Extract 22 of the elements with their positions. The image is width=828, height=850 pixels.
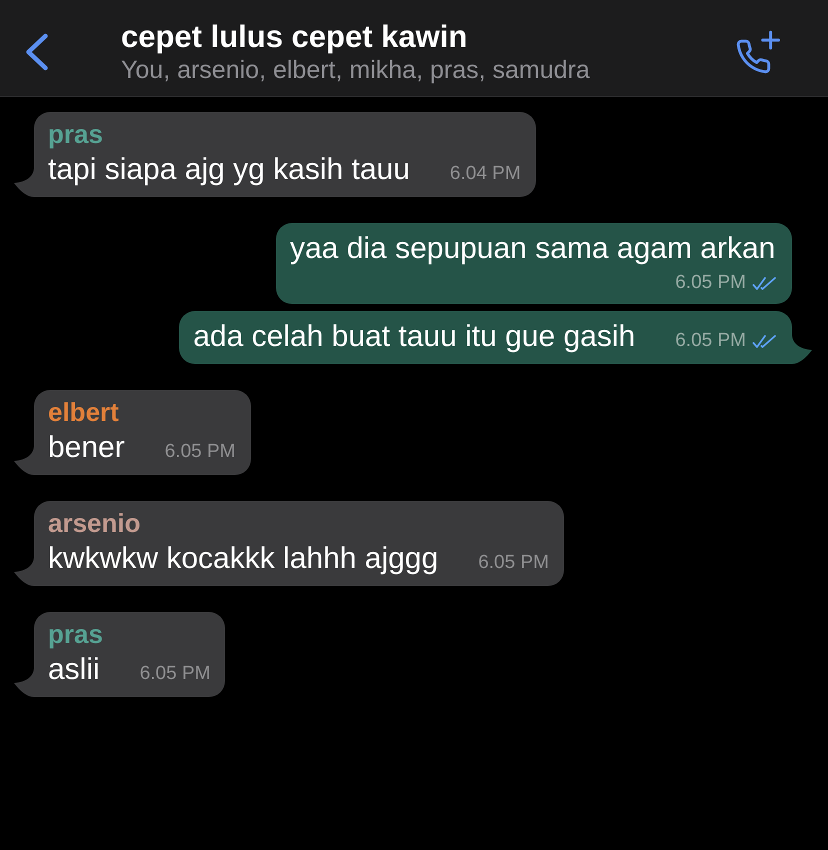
sender-name: elbert [48,396,119,428]
chat-members: You, arsenio, elbert, mikha, pras, samudra [121,55,590,85]
message-time: 6.05 PM [675,271,746,295]
message-text: yaa dia sepupuan sama agam arkan [290,231,776,267]
message-time: 6.05 PM [140,662,210,686]
chat-title: cepet lulus cepet kawin [121,19,468,55]
message-text: aslii [48,652,100,688]
message-text: ada celah buat tauu itu gue gasih [193,319,636,355]
message-text: kwkwkw kocakkk lahhh ajggg [48,541,438,577]
message-time: 6.04 PM [450,162,521,186]
phone-plus-icon [736,30,780,74]
sender-name: pras [48,618,103,650]
sender-name: pras [48,118,103,150]
message-time: 6.05 PM [675,329,746,353]
chevron-left-icon [26,33,48,71]
message-time: 6.05 PM [478,551,549,575]
sender-name: arsenio [48,507,140,539]
message-text: bener [48,430,125,466]
add-call-button[interactable] [736,30,780,74]
message-text: tapi siapa ajg yg kasih tauu [48,152,410,188]
message-time: 6.05 PM [164,440,236,464]
back-button[interactable] [26,33,48,71]
